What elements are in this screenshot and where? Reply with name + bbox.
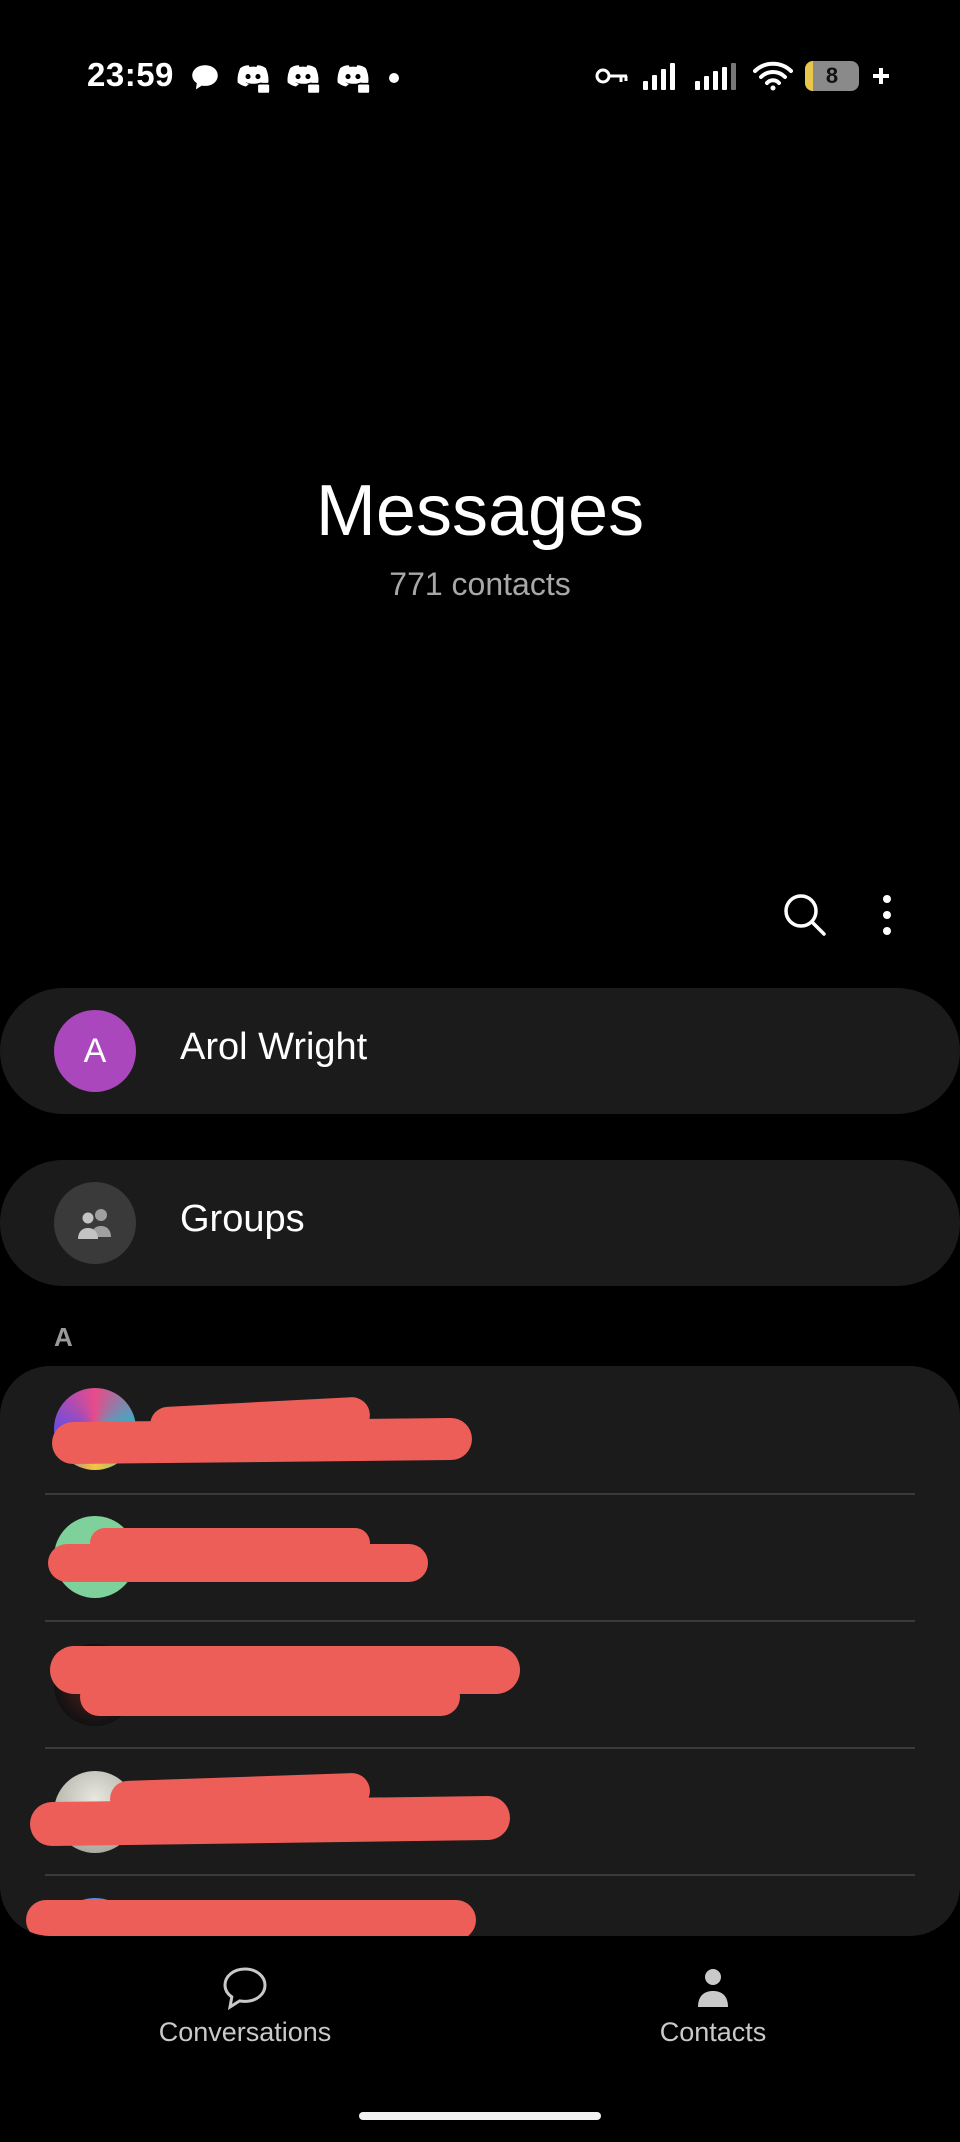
groups-avatar	[54, 1182, 136, 1264]
redaction-mark	[90, 1528, 370, 1558]
avatar: A	[54, 1010, 136, 1092]
my-profile-card[interactable]: A Arol Wright	[0, 988, 960, 1114]
chat-bubble-icon	[192, 65, 218, 90]
discord-icon	[237, 65, 271, 95]
list-item[interactable]	[0, 1366, 960, 1492]
search-icon	[784, 894, 826, 936]
section-header-letter: A	[54, 1322, 73, 1352]
status-bar: 23:59 8	[0, 0, 960, 150]
chat-bubble-outline-icon	[223, 1967, 267, 2011]
vpn-key-icon	[595, 68, 628, 84]
list-item[interactable]	[0, 1494, 960, 1620]
status-time: 23:59	[87, 56, 174, 93]
groups-card[interactable]: Groups	[0, 1160, 960, 1286]
redaction-mark	[80, 1678, 460, 1716]
contact-list	[0, 1366, 960, 1936]
nav-contacts[interactable]: Contacts	[563, 1965, 863, 2048]
nav-contacts-label: Contacts	[659, 2017, 767, 2047]
battery-icon: 8	[805, 61, 859, 91]
person-icon	[698, 1969, 728, 2007]
contact-count: 771 contacts	[389, 566, 571, 602]
wifi-icon	[753, 61, 793, 91]
signal-icon	[643, 63, 675, 90]
dot-icon	[389, 73, 399, 83]
list-item[interactable]	[0, 1622, 960, 1748]
battery-level: 8	[825, 63, 839, 88]
search-button[interactable]	[780, 890, 830, 940]
home-indicator[interactable]	[359, 2112, 601, 2120]
notification-icons	[188, 58, 404, 98]
discord-icon	[287, 65, 321, 95]
list-item[interactable]	[0, 1749, 960, 1875]
avatar-initial: A	[83, 1031, 107, 1070]
profile-name: Arol Wright	[180, 1026, 368, 1068]
discord-icon	[337, 65, 371, 95]
system-icons: 8	[595, 56, 891, 96]
charging-plus-icon	[873, 68, 889, 84]
page-title: Messages	[315, 471, 645, 551]
more-vert-icon	[883, 895, 891, 935]
group-icon	[78, 1209, 111, 1239]
groups-label: Groups	[180, 1198, 305, 1240]
nav-conversations-label: Conversations	[158, 2017, 332, 2047]
more-options-button[interactable]	[870, 890, 904, 940]
redaction-mark	[26, 1900, 476, 1936]
signal-icon	[695, 63, 736, 90]
nav-conversations[interactable]: Conversations	[95, 1965, 395, 2048]
list-item[interactable]	[0, 1876, 960, 1936]
